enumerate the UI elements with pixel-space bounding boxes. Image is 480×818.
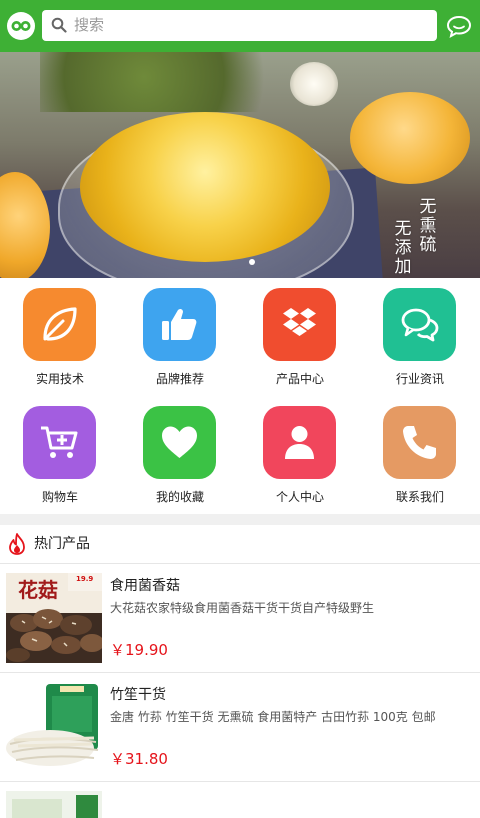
- dropbox-icon: [283, 308, 316, 336]
- bamboo-fungus-photo: [6, 682, 102, 772]
- menu-label: 个人中心: [275, 490, 324, 504]
- menu-label: 产品中心: [275, 372, 324, 386]
- menu-label: 购物车: [41, 490, 78, 504]
- product-photo-partial: [6, 791, 102, 818]
- banner-flower: [290, 62, 338, 106]
- chat-bubble-icon[interactable]: [446, 14, 472, 38]
- user-icon: [285, 426, 314, 459]
- banner-text-no-sulfur: 无熏硫: [419, 197, 437, 255]
- menu-item-contact[interactable]: 联系我们: [360, 396, 480, 514]
- menu-label: 实用技术: [35, 372, 84, 386]
- product-thumbnail: 花菇 19.9: [6, 573, 102, 663]
- menu-label: 我的收藏: [155, 490, 204, 504]
- product-thumbnail: [6, 791, 102, 818]
- product-name: 食用菌香菇: [110, 578, 180, 594]
- heart-icon: [162, 426, 197, 458]
- carousel-indicator[interactable]: [249, 259, 255, 265]
- search-input[interactable]: 搜索: [42, 10, 437, 41]
- menu-item-cart[interactable]: 购物车: [0, 396, 120, 514]
- hot-products-header: 热门产品: [0, 525, 480, 564]
- menu-item-favorites[interactable]: 我的收藏: [120, 396, 240, 514]
- menu-tile: [143, 406, 216, 479]
- menu-tile: [263, 406, 336, 479]
- product-name: 竹笙干货: [110, 687, 166, 703]
- menu-item-brand[interactable]: 品牌推荐: [120, 278, 240, 396]
- menu-tile: [263, 288, 336, 361]
- product-thumbnail: [6, 682, 102, 772]
- leaf-icon: [43, 307, 77, 341]
- banner-fungus-main: [80, 112, 330, 262]
- menu-tile: [23, 288, 96, 361]
- search-icon: [51, 17, 67, 33]
- chat-icon: [401, 308, 439, 342]
- top-bar: 搜索: [0, 0, 480, 52]
- product-description: 大花菇农家特级食用菌香菇干货干货自产特级野生: [110, 601, 375, 615]
- menu-item-news[interactable]: 行业资讯: [360, 278, 480, 396]
- banner-text-no-additives: 无添加: [394, 219, 412, 277]
- product-list: 花菇 19.9 食用菌香菇 大花菇农家特级食用菌香菇干货干货自产特级野生 ￥19…: [0, 564, 480, 818]
- app-logo-icon[interactable]: [6, 11, 36, 41]
- phone-icon: [403, 426, 436, 459]
- menu-label: 联系我们: [395, 490, 444, 504]
- menu-item-profile[interactable]: 个人中心: [240, 396, 360, 514]
- product-item[interactable]: 竹笙干货 金唐 竹荪 竹笙干货 无熏硫 食用菌特产 古田竹荪 100克 包邮 ￥…: [0, 673, 480, 782]
- menu-tile: [383, 288, 456, 361]
- promo-banner[interactable]: 无熏硫 无添加: [0, 52, 480, 278]
- menu-tile: [143, 288, 216, 361]
- product-price: ￥31.80: [110, 750, 168, 768]
- thumb-title: 花菇: [18, 578, 58, 602]
- product-item[interactable]: [0, 782, 480, 818]
- menu-tile: [23, 406, 96, 479]
- flame-icon: [9, 533, 25, 555]
- product-item[interactable]: 花菇 19.9 食用菌香菇 大花菇农家特级食用菌香菇干货干货自产特级野生 ￥19…: [0, 564, 480, 673]
- menu-item-products[interactable]: 产品中心: [240, 278, 360, 396]
- thumbs-up-icon: [162, 308, 197, 340]
- mushroom-photo: 花菇 19.9: [6, 573, 102, 663]
- menu-tile: [383, 406, 456, 479]
- menu-label: 行业资讯: [395, 372, 444, 386]
- hot-products-title: 热门产品: [34, 536, 90, 552]
- search-placeholder: 搜索: [74, 16, 105, 34]
- menu-label: 品牌推荐: [155, 372, 204, 386]
- menu-item-tech[interactable]: 实用技术: [0, 278, 120, 396]
- thumb-badge: 19.9: [76, 575, 93, 583]
- menu-grid: 实用技术 品牌推荐 产品中心 行业资讯 购物车 我的收藏 个人中心 联系我们: [0, 278, 480, 514]
- product-price: ￥19.90: [110, 641, 168, 659]
- banner-fungus-right: [350, 92, 470, 184]
- cart-icon: [41, 426, 78, 458]
- banner-foliage: [40, 52, 300, 112]
- product-description: 金唐 竹荪 竹笙干货 无熏硫 食用菌特产 古田竹荪 100克 包邮: [110, 710, 436, 724]
